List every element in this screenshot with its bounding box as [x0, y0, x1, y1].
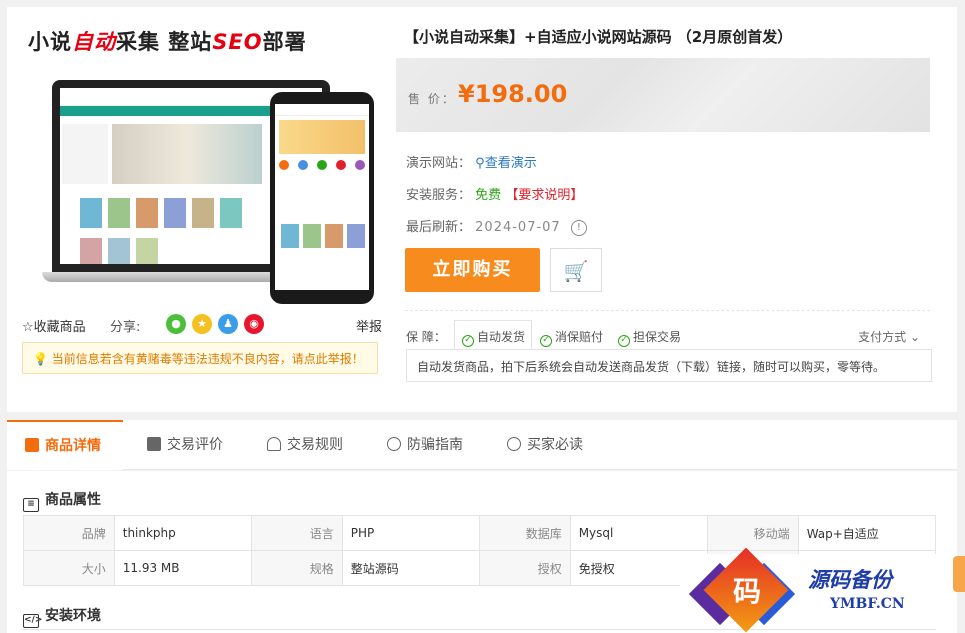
thumb-icon [147, 437, 161, 451]
favorite-button[interactable]: ☆收藏商品 [22, 316, 86, 335]
check-icon: ✓ [618, 335, 630, 347]
refresh-date: 2024-07-07 [475, 220, 561, 235]
tab-product-details[interactable]: 商品详情 [7, 420, 123, 470]
payment-method-dropdown[interactable]: 支付方式 ⌄ [858, 328, 920, 345]
add-to-cart-button[interactable]: 🛒 [550, 248, 602, 292]
install-row: 安装服务： 免费 【要求说明】 [406, 188, 584, 203]
code-icon: </> [23, 614, 42, 628]
price-panel: 售 价： ¥198.00 [396, 58, 930, 132]
product-image[interactable]: 小说自动采集 整站SEO部署 [22, 20, 384, 310]
divider [23, 629, 936, 630]
guarantee-item[interactable]: ✓ 消保赔付 [540, 328, 603, 347]
logo-icon: 码 [686, 547, 804, 633]
divider [405, 310, 930, 311]
detail-tabs: 商品详情 交易评价 交易规则 防骗指南 买家必读 [7, 420, 957, 470]
share-bar: ☆收藏商品 分享: ● ★ ♟ ◉ 举报 [22, 314, 382, 336]
qzone-share-icon[interactable]: ★ [192, 314, 212, 334]
table-row: 品牌 thinkphp 语言 PHP 数据库 Mysql 移动端 Wap+自适应 [23, 515, 937, 551]
tab-reviews[interactable]: 交易评价 [147, 420, 223, 470]
demo-row: 演示网站： ⚲查看演示 [406, 156, 537, 171]
install-free: 免费 [475, 188, 502, 203]
report-link[interactable]: 举报 [356, 316, 382, 335]
attributes-title: ≡ 商品属性 [23, 489, 101, 512]
guarantee-description: 自动发货商品，拍下后系统会自动发送商品发货（下载）链接，随时可以购买，零等待。 [406, 349, 932, 382]
install-requirements-link[interactable]: 【要求说明】 [505, 188, 583, 203]
price-value: ¥198.00 [458, 80, 568, 108]
wechat-share-icon[interactable]: ● [166, 314, 186, 334]
search-icon: ⚲ [475, 156, 485, 171]
compass-icon [507, 437, 521, 451]
tab-rules[interactable]: 交易规则 [267, 420, 343, 470]
product-title: 【小说自动采集】+自适应小说网站源码 （2月原创首发） [404, 28, 793, 46]
phone-mockup [270, 92, 374, 304]
watermark-cn: 源码备份 [808, 567, 892, 592]
guarantee-item[interactable]: ✓ 自动发货 [462, 328, 525, 347]
scale-icon [267, 437, 281, 451]
list-search-icon: ≡ [23, 498, 39, 512]
bulb-icon: 💡 [33, 352, 48, 366]
refresh-row: 最后刷新： 2024-07-07 ! [406, 216, 587, 236]
bulb-icon [387, 437, 401, 451]
guarantee-row: 保 障： ✓ 自动发货 ✓ 消保赔付 ✓ 担保交易 支付方式 ⌄ [406, 320, 926, 350]
info-icon[interactable]: ! [570, 219, 587, 236]
check-icon: ✓ [540, 335, 552, 347]
side-float-tab[interactable] [953, 556, 965, 592]
watermark-en: YMBF.CN [830, 596, 905, 612]
tab-anti-fraud[interactable]: 防骗指南 [387, 420, 463, 470]
install-env-title: </> 安装环境 [23, 605, 101, 628]
guarantee-label: 保 障： [406, 330, 446, 344]
watermark-logo: 码 源码备份 YMBF.CN [680, 547, 955, 633]
promo-headline: 小说自动采集 整站SEO部署 [28, 30, 307, 54]
check-icon: ✓ [462, 335, 474, 347]
weibo-share-icon[interactable]: ◉ [244, 314, 264, 334]
price-label: 售 价： [408, 92, 456, 106]
tab-buyer-notice[interactable]: 买家必读 [507, 420, 583, 470]
report-warning[interactable]: 💡 当前信息若含有黄赌毒等违法违规不良内容，请点此举报！ [22, 342, 378, 374]
guarantee-item[interactable]: ✓ 担保交易 [618, 328, 681, 347]
demo-link[interactable]: ⚲查看演示 [475, 156, 537, 171]
doc-icon [25, 438, 39, 452]
buy-now-button[interactable]: 立即购买 [405, 248, 540, 292]
share-label: 分享: [110, 320, 141, 335]
cart-icon: 🛒 [563, 259, 589, 283]
chevron-down-icon: ⌄ [906, 330, 920, 344]
warning-text: 当前信息若含有黄赌毒等违法违规不良内容，请点此举报！ [51, 352, 364, 366]
qq-share-icon[interactable]: ♟ [218, 314, 238, 334]
